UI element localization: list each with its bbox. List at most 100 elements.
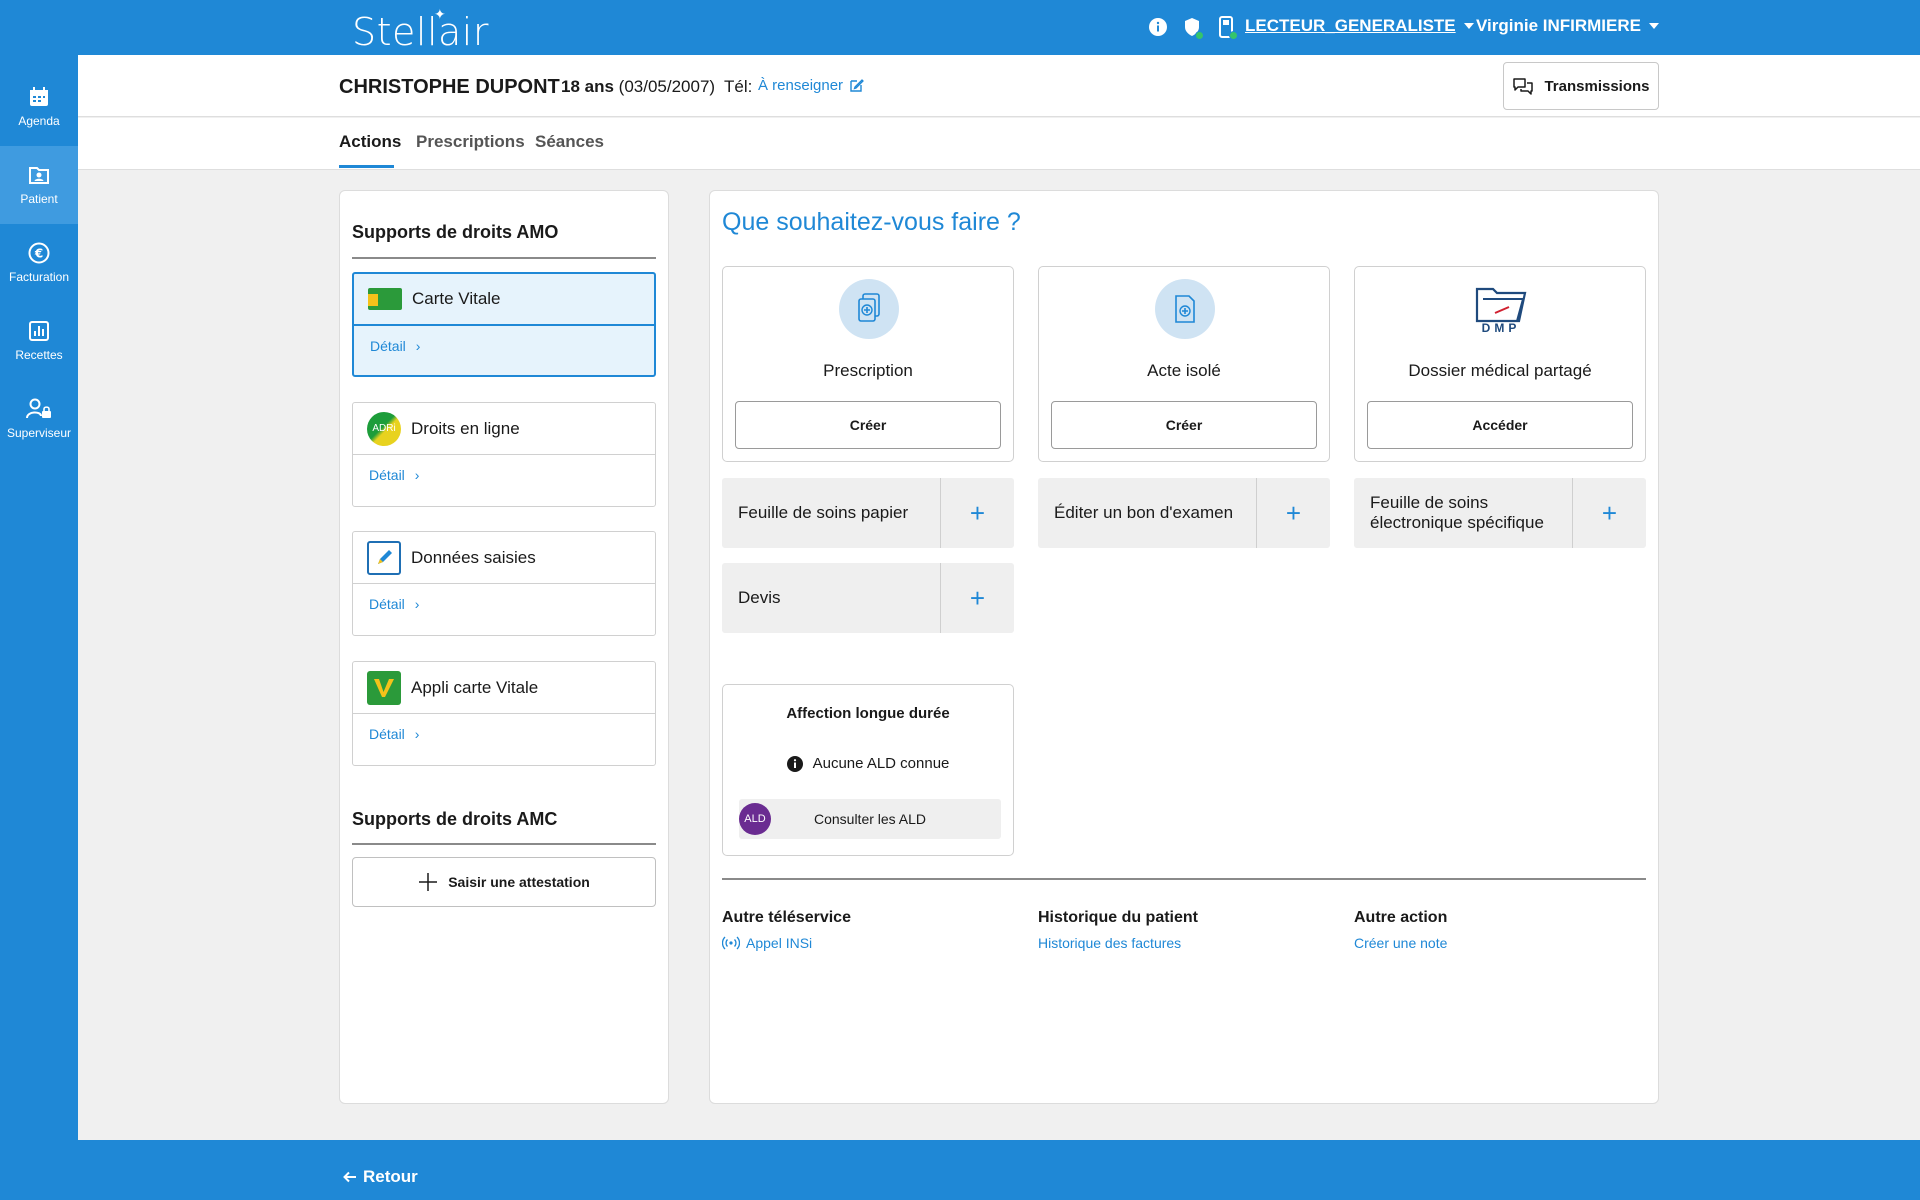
sidebar-item-label: Patient [20, 192, 58, 206]
card-prescription: Prescription Créer [722, 266, 1014, 462]
autre-teleservice-title: Autre téléservice [722, 909, 851, 926]
tab-seances[interactable]: Séances [535, 132, 604, 152]
transmissions-label: Transmissions [1544, 77, 1650, 95]
info-icon[interactable] [1146, 14, 1170, 40]
support-donnees-saisies[interactable]: Données saisies Détail › [352, 531, 656, 636]
saisir-label: Saisir une attestation [448, 874, 590, 890]
logo-star-icon: ✦ [434, 6, 446, 22]
plus-icon[interactable]: + [941, 478, 1014, 548]
svg-text:€: € [34, 247, 43, 261]
qa-feuille-soins-papier[interactable]: Feuille de soins papier + [722, 478, 1014, 548]
autre-action-title: Autre action [1354, 909, 1448, 926]
tab-prescriptions[interactable]: Prescriptions [416, 132, 525, 152]
reader-label: LECTEUR_GENERALISTE [1245, 16, 1456, 35]
calendar-icon [30, 87, 48, 106]
saisir-attestation-button[interactable]: Saisir une attestation [352, 857, 656, 907]
card-title: Prescription [823, 361, 913, 380]
plus-icon[interactable]: + [1257, 478, 1330, 548]
detail-label: Détail [369, 726, 405, 742]
detail-label: Détail [370, 338, 406, 354]
sidebar-item-superviseur[interactable]: Superviseur [0, 380, 78, 458]
historique-factures-link[interactable]: Historique des factures [1038, 935, 1181, 951]
ald-card: Affection longue durée Aucune ALD connue… [722, 684, 1014, 856]
dmp-logo-icon: DMP [1473, 285, 1529, 339]
support-label: Données saisies [411, 547, 536, 567]
sidebar-item-label: Recettes [15, 348, 63, 362]
qa-label: Éditer un bon d'examen [1054, 503, 1234, 522]
prescription-icon [839, 279, 899, 339]
qa-label: Devis [738, 588, 781, 607]
ald-logo-icon: ALD [739, 803, 771, 835]
tab-actions[interactable]: Actions [339, 132, 401, 152]
qa-bon-examen[interactable]: Éditer un bon d'examen + [1038, 478, 1330, 548]
detail-label: Détail [369, 596, 405, 612]
shield-icon[interactable] [1180, 14, 1204, 40]
patient-name: CHRISTOPHE DUPONT [339, 76, 560, 98]
sidebar-item-label: Facturation [8, 270, 70, 284]
detail-link[interactable]: Détail › [369, 596, 419, 612]
card-dmp: DMP Dossier médical partagé Accéder [1354, 266, 1646, 462]
support-label: Carte Vitale [412, 289, 501, 308]
detail-link[interactable]: Détail › [369, 467, 419, 483]
signal-icon [722, 936, 740, 950]
support-carte-vitale[interactable]: Carte Vitale Détail › [352, 272, 656, 377]
qa-label: Feuille de soins électronique spécifique [1370, 493, 1544, 532]
chevron-right-icon: › [414, 467, 420, 483]
sidebar-item-agenda[interactable]: Agenda [0, 68, 78, 146]
chevron-right-icon: › [414, 726, 420, 742]
creer-acte-button[interactable]: Créer [1051, 401, 1317, 449]
app-logo[interactable]: Stellair [352, 10, 489, 54]
birth-date: (03/05/2007) [618, 77, 716, 96]
detail-link[interactable]: Détail › [370, 338, 420, 354]
carte-vitale-icon [368, 288, 402, 310]
adri-icon: ADRi [367, 411, 401, 446]
sidebar: Agenda Patient € Facturation Recettes Su… [0, 55, 78, 1200]
historique-patient-title: Historique du patient [1038, 909, 1198, 926]
detail-link[interactable]: Détail › [369, 726, 419, 742]
sidebar-item-label: Superviseur [6, 426, 72, 440]
chevron-down-icon [1649, 23, 1659, 29]
qa-devis[interactable]: Devis + [722, 563, 1014, 633]
arrow-left-icon [343, 1171, 356, 1183]
card-title: Dossier médical partagé [1408, 361, 1592, 380]
retour-button[interactable]: Retour [343, 1167, 418, 1187]
retour-label: Retour [363, 1167, 418, 1186]
appel-insi-link[interactable]: Appel INSi [722, 935, 812, 951]
chevron-down-icon [1463, 23, 1474, 29]
patient-folder-icon [29, 167, 49, 184]
acte-icon [1155, 279, 1215, 339]
tel-label: Tél: [724, 77, 753, 96]
tel-edit-link[interactable]: À renseigner [758, 77, 864, 94]
sidebar-item-facturation[interactable]: € Facturation [0, 224, 78, 302]
ald-title: Affection longue durée [786, 705, 950, 722]
sidebar-item-patient[interactable]: Patient [0, 146, 78, 224]
support-droits-en-ligne[interactable]: ADRi Droits en ligne Détail › [352, 402, 656, 507]
header-icons [1146, 14, 1238, 40]
qa-label: Feuille de soins papier [738, 503, 909, 522]
user-menu[interactable]: Virginie INFIRMIERE [1476, 16, 1659, 36]
info-icon [786, 755, 803, 772]
status-ok-badge [1195, 31, 1204, 40]
acceder-dmp-button[interactable]: Accéder [1367, 401, 1633, 449]
card-reader-icon[interactable] [1214, 14, 1238, 40]
consulter-ald-button[interactable]: Consulter les ALD [739, 799, 1001, 839]
support-header: Carte Vitale [354, 274, 654, 326]
detail-label: Détail [369, 467, 405, 483]
user-lock-icon [26, 398, 51, 419]
card-acte-isole: Acte isolé Créer [1038, 266, 1330, 462]
pencil-form-icon [367, 540, 401, 575]
ald-note-text: Aucune ALD connue [812, 755, 950, 772]
creer-note-link[interactable]: Créer une note [1354, 935, 1447, 951]
support-appli-carte-vitale[interactable]: Appli carte Vitale Détail › [352, 661, 656, 766]
sidebar-item-recettes[interactable]: Recettes [0, 302, 78, 380]
qa-feuille-soins-electronique[interactable]: Feuille de soins électronique spécifique… [1354, 478, 1646, 548]
patient-age: 18 ans (03/05/2007) [561, 77, 715, 97]
euro-icon: € [28, 242, 50, 264]
creer-prescription-button[interactable]: Créer [735, 401, 1001, 449]
plus-icon[interactable]: + [1573, 478, 1646, 548]
transmissions-button[interactable]: Transmissions [1503, 62, 1659, 110]
plus-icon [419, 873, 438, 891]
plus-icon[interactable]: + [941, 563, 1014, 633]
support-header: Données saisies [353, 532, 655, 584]
reader-dropdown[interactable]: LECTEUR_GENERALISTE [1245, 16, 1474, 36]
